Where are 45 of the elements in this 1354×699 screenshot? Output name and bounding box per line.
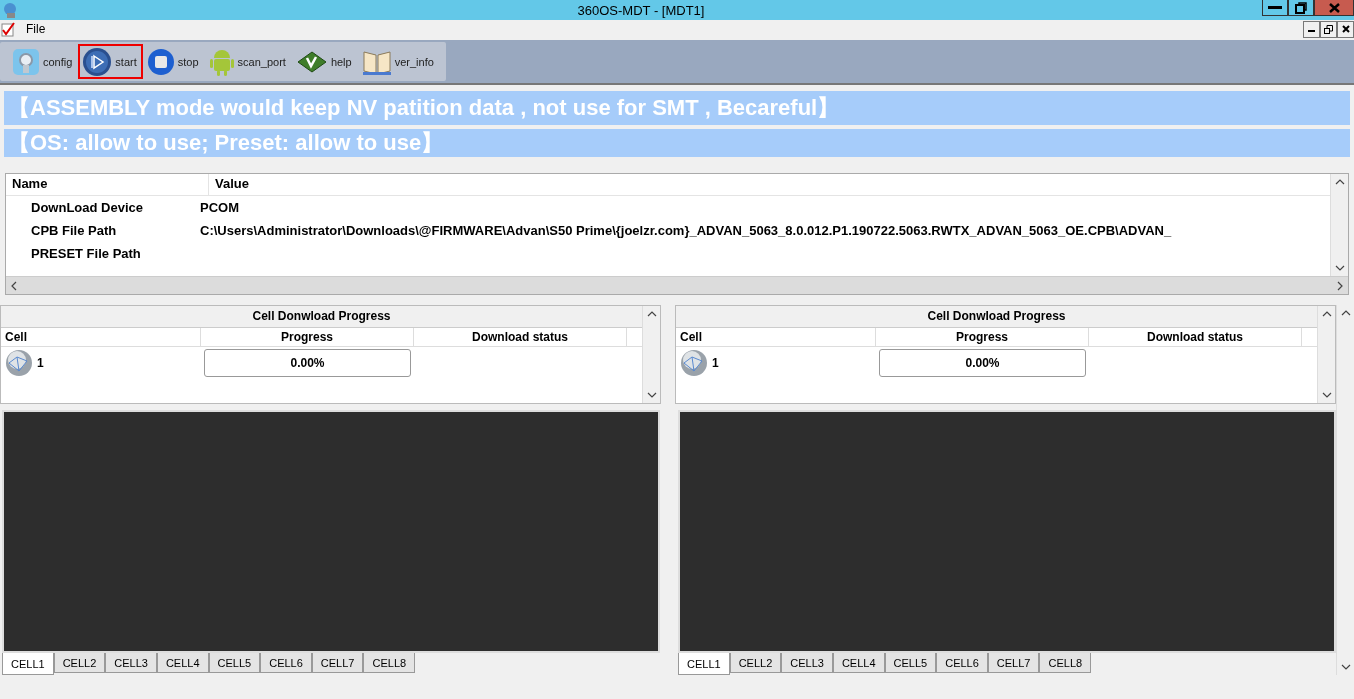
notice-banner: 【OS: allow to use; Preset: allow to use】	[4, 129, 1350, 157]
property-name: CPB File Path	[30, 223, 118, 238]
cell-tab[interactable]: CELL1	[678, 653, 730, 675]
cell-tab[interactable]: CELL5	[884, 653, 937, 673]
cell-number: 1	[37, 356, 44, 370]
column-header: Cell	[1, 328, 201, 346]
toolbar-button[interactable]: help	[291, 44, 358, 79]
cell-tab[interactable]: CELL7	[987, 653, 1040, 673]
cell-number: 1	[712, 356, 719, 370]
property-name: PRESET File Path	[30, 246, 142, 261]
cell-tab[interactable]: CELL8	[363, 653, 416, 673]
toolbar-button[interactable]: stop	[142, 44, 205, 79]
column-header: Cell	[676, 328, 876, 346]
cell-tab[interactable]: CELL3	[105, 653, 157, 673]
window-title: 360OS-MDT - [MDT1]	[576, 2, 706, 18]
cell-tab[interactable]: CELL8	[1039, 653, 1092, 673]
cell-tab[interactable]: CELL3	[781, 653, 833, 673]
table-title: Cell Donwload Progress	[1, 306, 642, 328]
column-header: Progress	[201, 328, 414, 346]
cell-tab[interactable]: CELL1	[2, 653, 54, 675]
notice-banner: 【ASSEMBLY mode would keep NV patition data , not use for SMT , Becareful】	[4, 91, 1350, 125]
progress-bar: 0.00%	[204, 349, 411, 377]
column-header: Name	[6, 174, 209, 195]
menu-item[interactable]: File	[20, 22, 52, 36]
property-name: DownLoad Device	[30, 200, 144, 215]
cell-tab[interactable]: CELL6	[260, 653, 312, 673]
cell-tab[interactable]: CELL5	[208, 653, 261, 673]
cell-tab[interactable]: CELL4	[832, 653, 885, 673]
cell-tab[interactable]: CELL2	[729, 653, 782, 673]
property-value: C:\Users\Administrator\Downloads\@FIRMWARE\Advan\S50 Prime\{joelzr.com}_ADVAN_5063_8.0.012.P1.190722.5063.RWTX_ADVAN_5063_OE.CPB\ADVAN_	[199, 223, 1172, 238]
toolbar-button[interactable]: scan_port	[204, 44, 292, 79]
column-header: Download status	[1089, 328, 1302, 346]
toolbar-button[interactable]: config	[8, 44, 79, 79]
table-title: Cell Donwload Progress	[676, 306, 1317, 328]
column-header: Download status	[414, 328, 627, 346]
cell-tab[interactable]: CELL6	[936, 653, 988, 673]
property-value: PCOM	[199, 200, 239, 215]
toolbar-button[interactable]: ver_info	[357, 44, 440, 79]
cell-tab[interactable]: CELL7	[311, 653, 364, 673]
column-header: Progress	[876, 328, 1089, 346]
column-header: Value	[214, 175, 250, 193]
progress-bar: 0.00%	[879, 349, 1086, 377]
cell-tab[interactable]: CELL4	[156, 653, 209, 673]
cell-tab[interactable]: CELL2	[53, 653, 106, 673]
toolbar-button[interactable]: start	[78, 44, 143, 79]
